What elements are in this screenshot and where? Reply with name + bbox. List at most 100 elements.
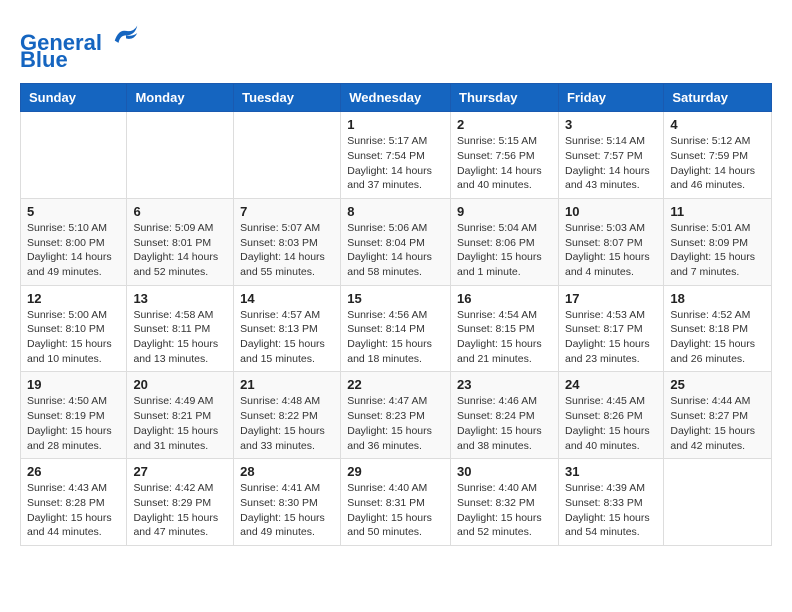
- calendar-cell: 13 Sunrise: 4:58 AM Sunset: 8:11 PM Dayli…: [127, 285, 234, 372]
- week-row-1: 1 Sunrise: 5:17 AM Sunset: 7:54 PM Daylig…: [21, 112, 772, 199]
- day-info: Sunrise: 5:10 AM Sunset: 8:00 PM Dayligh…: [27, 221, 120, 280]
- weekday-header-wednesday: Wednesday: [341, 84, 451, 112]
- calendar-cell: 2 Sunrise: 5:15 AM Sunset: 7:56 PM Daylig…: [451, 112, 559, 199]
- day-info: Sunrise: 4:43 AM Sunset: 8:28 PM Dayligh…: [27, 481, 120, 540]
- day-number: 10: [565, 204, 657, 219]
- day-number: 15: [347, 291, 444, 306]
- day-info: Sunrise: 4:54 AM Sunset: 8:15 PM Dayligh…: [457, 308, 552, 367]
- calendar-cell: 26 Sunrise: 4:43 AM Sunset: 8:28 PM Dayli…: [21, 459, 127, 546]
- calendar-cell: 11 Sunrise: 5:01 AM Sunset: 8:09 PM Dayli…: [664, 198, 772, 285]
- day-info: Sunrise: 4:41 AM Sunset: 8:30 PM Dayligh…: [240, 481, 334, 540]
- day-number: 16: [457, 291, 552, 306]
- calendar-cell: [21, 112, 127, 199]
- week-row-4: 19Sunrise: 4:50 AM Sunset: 8:19 PM Dayli…: [21, 372, 772, 459]
- day-info: Sunrise: 4:53 AM Sunset: 8:17 PM Dayligh…: [565, 308, 657, 367]
- day-info: Sunrise: 5:06 AM Sunset: 8:04 PM Dayligh…: [347, 221, 444, 280]
- day-info: Sunrise: 5:04 AM Sunset: 8:06 PM Dayligh…: [457, 221, 552, 280]
- day-number: 23: [457, 377, 552, 392]
- day-info: Sunrise: 4:58 AM Sunset: 8:11 PM Dayligh…: [133, 308, 227, 367]
- weekday-header-row: SundayMondayTuesdayWednesdayThursdayFrid…: [21, 84, 772, 112]
- calendar-cell: 1 Sunrise: 5:17 AM Sunset: 7:54 PM Daylig…: [341, 112, 451, 199]
- weekday-header-thursday: Thursday: [451, 84, 559, 112]
- calendar-cell: 20 Sunrise: 4:49 AM Sunset: 8:21 PM Dayli…: [127, 372, 234, 459]
- calendar-table: SundayMondayTuesdayWednesdayThursdayFrid…: [20, 83, 772, 546]
- day-info: Sunrise: 4:47 AM Sunset: 8:23 PM Dayligh…: [347, 394, 444, 453]
- calendar-cell: 12 Sunrise: 5:00 AM Sunset: 8:10 PM Dayli…: [21, 285, 127, 372]
- day-info: Sunrise: 5:14 AM Sunset: 7:57 PM Dayligh…: [565, 134, 657, 193]
- day-info: Sunrise: 4:40 AM Sunset: 8:32 PM Dayligh…: [457, 481, 552, 540]
- day-number: 6: [133, 204, 227, 219]
- calendar-cell: 27Sunrise: 4:42 AM Sunset: 8:29 PM Dayli…: [127, 459, 234, 546]
- calendar-cell: 25 Sunrise: 4:44 AM Sunset: 8:27 PM Dayli…: [664, 372, 772, 459]
- day-number: 9: [457, 204, 552, 219]
- day-number: 31: [565, 464, 657, 479]
- calendar-cell: 29Sunrise: 4:40 AM Sunset: 8:31 PM Dayli…: [341, 459, 451, 546]
- calendar-cell: 8 Sunrise: 5:06 AM Sunset: 8:04 PM Daylig…: [341, 198, 451, 285]
- calendar-cell: 7Sunrise: 5:07 AM Sunset: 8:03 PM Daylig…: [234, 198, 341, 285]
- day-number: 2: [457, 117, 552, 132]
- day-info: Sunrise: 5:17 AM Sunset: 7:54 PM Dayligh…: [347, 134, 444, 193]
- day-number: 13: [133, 291, 227, 306]
- calendar-cell: 24Sunrise: 4:45 AM Sunset: 8:26 PM Dayli…: [558, 372, 663, 459]
- day-number: 17: [565, 291, 657, 306]
- day-info: Sunrise: 4:56 AM Sunset: 8:14 PM Dayligh…: [347, 308, 444, 367]
- day-number: 12: [27, 291, 120, 306]
- calendar-cell: [234, 112, 341, 199]
- weekday-header-friday: Friday: [558, 84, 663, 112]
- calendar-cell: 22 Sunrise: 4:47 AM Sunset: 8:23 PM Dayli…: [341, 372, 451, 459]
- week-row-3: 12 Sunrise: 5:00 AM Sunset: 8:10 PM Dayli…: [21, 285, 772, 372]
- day-number: 22: [347, 377, 444, 392]
- calendar-cell: 17 Sunrise: 4:53 AM Sunset: 8:17 PM Dayli…: [558, 285, 663, 372]
- page-header: General Blue: [20, 20, 772, 73]
- day-info: Sunrise: 5:00 AM Sunset: 8:10 PM Dayligh…: [27, 308, 120, 367]
- day-number: 20: [133, 377, 227, 392]
- day-info: Sunrise: 5:01 AM Sunset: 8:09 PM Dayligh…: [670, 221, 765, 280]
- calendar-cell: 6 Sunrise: 5:09 AM Sunset: 8:01 PM Daylig…: [127, 198, 234, 285]
- week-row-5: 26 Sunrise: 4:43 AM Sunset: 8:28 PM Dayli…: [21, 459, 772, 546]
- calendar-cell: [127, 112, 234, 199]
- calendar-cell: 4Sunrise: 5:12 AM Sunset: 7:59 PM Daylig…: [664, 112, 772, 199]
- day-number: 18: [670, 291, 765, 306]
- day-info: Sunrise: 5:09 AM Sunset: 8:01 PM Dayligh…: [133, 221, 227, 280]
- day-number: 26: [27, 464, 120, 479]
- logo-bird-icon: [111, 20, 141, 50]
- day-info: Sunrise: 4:48 AM Sunset: 8:22 PM Dayligh…: [240, 394, 334, 453]
- calendar-cell: 18 Sunrise: 4:52 AM Sunset: 8:18 PM Dayli…: [664, 285, 772, 372]
- day-number: 30: [457, 464, 552, 479]
- day-number: 25: [670, 377, 765, 392]
- calendar-cell: 15 Sunrise: 4:56 AM Sunset: 8:14 PM Dayli…: [341, 285, 451, 372]
- day-number: 28: [240, 464, 334, 479]
- day-info: Sunrise: 5:15 AM Sunset: 7:56 PM Dayligh…: [457, 134, 552, 193]
- calendar-cell: 23 Sunrise: 4:46 AM Sunset: 8:24 PM Dayli…: [451, 372, 559, 459]
- day-info: Sunrise: 4:46 AM Sunset: 8:24 PM Dayligh…: [457, 394, 552, 453]
- calendar-cell: 21 Sunrise: 4:48 AM Sunset: 8:22 PM Dayli…: [234, 372, 341, 459]
- day-number: 21: [240, 377, 334, 392]
- day-number: 24: [565, 377, 657, 392]
- logo: General Blue: [20, 20, 141, 73]
- day-number: 7: [240, 204, 334, 219]
- day-number: 11: [670, 204, 765, 219]
- calendar-cell: 31Sunrise: 4:39 AM Sunset: 8:33 PM Dayli…: [558, 459, 663, 546]
- day-number: 8: [347, 204, 444, 219]
- calendar-cell: 10 Sunrise: 5:03 AM Sunset: 8:07 PM Dayli…: [558, 198, 663, 285]
- day-info: Sunrise: 5:03 AM Sunset: 8:07 PM Dayligh…: [565, 221, 657, 280]
- weekday-header-tuesday: Tuesday: [234, 84, 341, 112]
- calendar-cell: 3 Sunrise: 5:14 AM Sunset: 7:57 PM Daylig…: [558, 112, 663, 199]
- day-info: Sunrise: 4:40 AM Sunset: 8:31 PM Dayligh…: [347, 481, 444, 540]
- day-info: Sunrise: 4:49 AM Sunset: 8:21 PM Dayligh…: [133, 394, 227, 453]
- calendar-cell: 16 Sunrise: 4:54 AM Sunset: 8:15 PM Dayli…: [451, 285, 559, 372]
- calendar-cell: 5 Sunrise: 5:10 AM Sunset: 8:00 PM Daylig…: [21, 198, 127, 285]
- calendar-cell: 14Sunrise: 4:57 AM Sunset: 8:13 PM Dayli…: [234, 285, 341, 372]
- calendar-cell: 9 Sunrise: 5:04 AM Sunset: 8:06 PM Daylig…: [451, 198, 559, 285]
- day-info: Sunrise: 4:57 AM Sunset: 8:13 PM Dayligh…: [240, 308, 334, 367]
- day-info: Sunrise: 4:52 AM Sunset: 8:18 PM Dayligh…: [670, 308, 765, 367]
- weekday-header-monday: Monday: [127, 84, 234, 112]
- day-info: Sunrise: 4:42 AM Sunset: 8:29 PM Dayligh…: [133, 481, 227, 540]
- day-info: Sunrise: 4:44 AM Sunset: 8:27 PM Dayligh…: [670, 394, 765, 453]
- day-number: 4: [670, 117, 765, 132]
- day-number: 3: [565, 117, 657, 132]
- calendar-cell: 30 Sunrise: 4:40 AM Sunset: 8:32 PM Dayli…: [451, 459, 559, 546]
- weekday-header-saturday: Saturday: [664, 84, 772, 112]
- day-number: 1: [347, 117, 444, 132]
- day-number: 5: [27, 204, 120, 219]
